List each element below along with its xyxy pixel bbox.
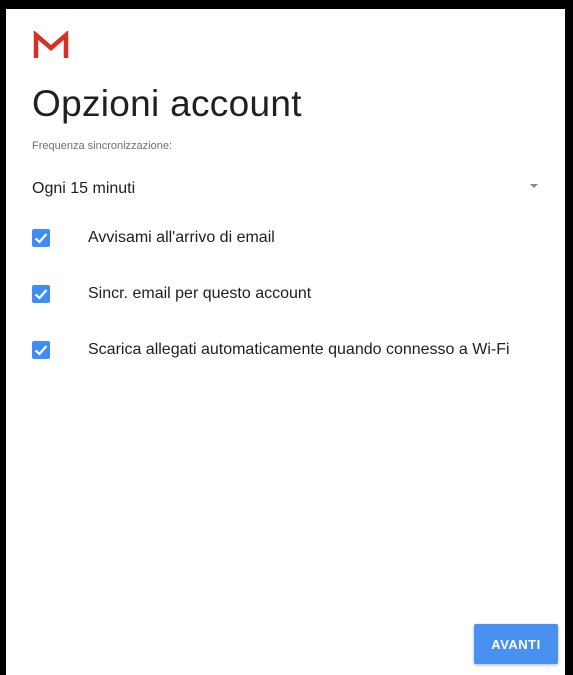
option-notify-new-email[interactable]: Avvisami all'arrivo di email: [26, 219, 556, 259]
dropdown-arrow-icon: [530, 184, 538, 188]
option-sync-account-email[interactable]: Sincr. email per questo account: [26, 275, 556, 315]
option-sync-label: Sincr. email per questo account: [88, 285, 312, 302]
sync-frequency-label: Frequenza sincronizzazione:: [32, 140, 173, 152]
checkbox-checked-icon[interactable]: [32, 341, 50, 359]
checkbox-checked-icon[interactable]: [32, 285, 50, 303]
sync-frequency-value: Ogni 15 minuti: [32, 180, 136, 197]
checkbox-checked-icon[interactable]: [32, 229, 50, 247]
next-button[interactable]: AVANTI: [474, 624, 558, 664]
gmail-logo-icon: [32, 30, 70, 61]
option-auto-download-attachments[interactable]: Scarica allegati automaticamente quando …: [26, 331, 556, 371]
app-window: Opzioni account Frequenza sincronizzazio…: [0, 0, 573, 675]
page-title: Opzioni account: [32, 83, 302, 124]
option-notify-label: Avvisami all'arrivo di email: [88, 229, 275, 246]
sync-frequency-dropdown[interactable]: Ogni 15 minuti: [26, 169, 550, 205]
option-attachments-label: Scarica allegati automaticamente quando …: [88, 341, 510, 358]
